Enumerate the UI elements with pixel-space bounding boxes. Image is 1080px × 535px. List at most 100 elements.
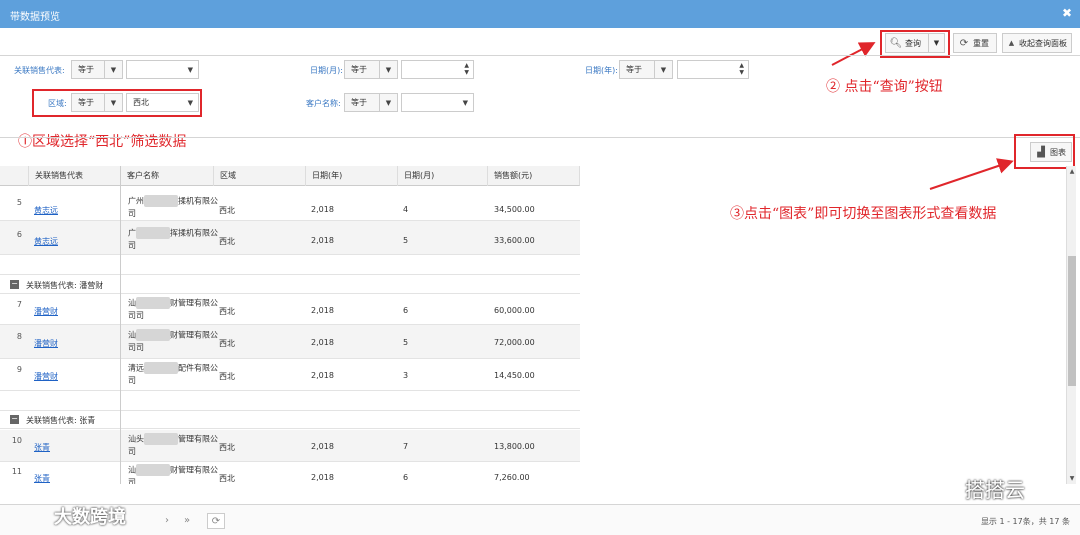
date-month-operator-select[interactable]: 等于 ▼ (344, 60, 398, 79)
amount-cell: 7,260.00 (494, 473, 530, 482)
month-cell: 5 (403, 338, 409, 347)
date-year-value-input[interactable]: ▲ ▼ (677, 60, 749, 79)
operator-value: 等于 (626, 65, 642, 74)
customer-filter-label: 客户名称: (306, 99, 341, 108)
date-year-operator-select[interactable]: 等于 ▼ (619, 60, 673, 79)
next-page-icon[interactable]: › (158, 513, 176, 529)
year-cell: 2,018 (311, 371, 334, 380)
year-cell: 2,018 (311, 442, 334, 451)
chevron-down-icon: ▼ (379, 61, 397, 78)
year-cell: 2,018 (311, 236, 334, 245)
table-row-empty (0, 391, 580, 411)
sales-rep-link[interactable]: 黄志远 (34, 236, 58, 247)
scroll-down-icon[interactable]: ▼ (1068, 475, 1076, 482)
chevron-down-icon: ▼ (462, 99, 468, 107)
operator-value: 等于 (351, 65, 367, 74)
region-cell: 西北 (219, 372, 235, 381)
year-cell: 2,018 (311, 338, 334, 347)
table-row: 10 张青 汕头 管理有限公司 西北 2,018 7 13,800.00 (0, 430, 580, 462)
row-number: 9 (16, 365, 22, 374)
sales-rep-link[interactable]: 张青 (34, 473, 50, 484)
collapse-group-icon[interactable]: − (10, 415, 19, 424)
row-number: 5 (16, 198, 22, 207)
year-cell: 2,018 (311, 205, 334, 214)
sales-rep-link[interactable]: 潘营财 (34, 306, 58, 317)
table-row: 8 潘营财 汕财管理有限公司司 西北 2,018 5 72,000.00 (0, 325, 580, 359)
month-cell: 7 (403, 442, 409, 451)
month-cell: 5 (403, 236, 409, 245)
sales-rep-link[interactable]: 张青 (34, 442, 50, 453)
vertical-scrollbar[interactable]: ▲ ▼ (1066, 166, 1076, 484)
sales-rep-link[interactable]: 黄志远 (34, 205, 58, 216)
sales-rep-link[interactable]: 潘营财 (34, 371, 58, 382)
customer-name: 汕财管理有限公司司 (128, 329, 218, 352)
customer-name: 汕头 管理有限公司 (128, 433, 218, 456)
chevron-down-icon: ▼ (379, 94, 397, 111)
table-row: 6 黄志远 广挥揉机有限公司 西北 2,018 5 33,600.00 (0, 221, 580, 255)
table-row: 9 潘营财 清远 配件有限公司 西北 2,018 3 14,450.00 (0, 359, 580, 391)
group-header[interactable]: − 关联销售代表: 潘营财 (0, 276, 580, 294)
operator-value: 等于 (78, 98, 94, 107)
annotation-step1: ①区域选择“西北”筛选数据 (18, 134, 187, 150)
spinner-icon[interactable]: ▲ ▼ (739, 62, 744, 76)
refresh-icon[interactable]: ⟳ (207, 513, 225, 529)
sales-rep-link[interactable]: 潘营财 (34, 338, 58, 349)
data-grid: 关联销售代表 客户名称 区域 日期(年) 日期(月) 销售额(元) 5 黄志远 … (0, 166, 1074, 484)
amount-cell: 72,000.00 (494, 338, 535, 347)
date-month-filter-label: 日期(月): (310, 66, 343, 75)
month-cell: 4 (403, 205, 409, 214)
row-number: 8 (16, 332, 22, 341)
table-row: 7 潘营财 汕财管理有限公司司 西北 2,018 6 60,000.00 (0, 295, 580, 325)
group-title: 关联销售代表: 张青 (26, 416, 96, 425)
operator-value: 等于 (78, 65, 94, 74)
group-title: 关联销售代表: 潘营财 (26, 281, 104, 290)
amount-cell: 33,600.00 (494, 236, 535, 245)
year-cell: 2,018 (311, 306, 334, 315)
table-row: 5 黄志远 广州 揉机有限公司 西北 2,018 4 34,500.00 (0, 187, 580, 221)
chevron-down-icon: ▼ (104, 61, 122, 78)
customer-name: 汕财管理有限公司司 (128, 297, 218, 320)
customer-name: 汕财管理有限公司 (128, 464, 218, 484)
month-cell: 6 (403, 306, 409, 315)
sales-rep-operator-select[interactable]: 等于 ▼ (71, 60, 123, 79)
chevron-down-icon: ▼ (187, 66, 193, 74)
frozen-column-divider (120, 166, 121, 484)
month-cell: 3 (403, 371, 409, 380)
column-header-amount[interactable]: 销售额(元) (487, 166, 580, 186)
column-header-month[interactable]: 日期(月) (397, 166, 487, 186)
last-page-icon[interactable]: » (178, 513, 196, 529)
month-cell: 6 (403, 473, 409, 482)
customer-value-select[interactable]: ▼ (401, 93, 474, 112)
scrollbar-thumb[interactable] (1068, 256, 1076, 386)
collapse-group-icon[interactable]: − (10, 280, 19, 289)
chart-view-button[interactable]: ▟ 图表 (1030, 142, 1072, 162)
date-month-value-input[interactable]: ▲ ▼ (401, 60, 474, 79)
customer-name: 广挥揉机有限公司 (128, 227, 218, 250)
spinner-icon[interactable]: ▲ ▼ (464, 62, 469, 76)
amount-cell: 60,000.00 (494, 306, 535, 315)
sales-rep-value-select[interactable]: ▼ (126, 60, 199, 79)
column-header-year[interactable]: 日期(年) (305, 166, 397, 186)
operator-value: 等于 (351, 98, 367, 107)
column-header-sales-rep[interactable]: 关联销售代表 (28, 166, 120, 186)
scroll-up-icon[interactable]: ▲ (1068, 168, 1076, 175)
table-row: 11 张青 汕财管理有限公司 西北 2,018 6 7,260.00 (0, 462, 580, 484)
chevron-down-icon: ▼ (104, 94, 122, 111)
annotation-step2: ② 点击“查询”按钮 (826, 79, 943, 95)
pagination-bar: › » ⟳ 显示 1 - 17条，共 17 条 (0, 504, 1080, 535)
chevron-down-icon: ▼ (654, 61, 672, 78)
group-header[interactable]: − 关联销售代表: 张青 (0, 411, 580, 429)
year-cell: 2,018 (311, 473, 334, 482)
region-value-select[interactable]: 西北 ▼ (126, 93, 199, 112)
column-header-customer[interactable]: 客户名称 (120, 166, 213, 186)
row-number: 11 (11, 467, 22, 476)
filter-divider (0, 137, 1080, 138)
grid-header: 关联销售代表 客户名称 区域 日期(年) 日期(月) 销售额(元) (0, 166, 580, 186)
column-header-region[interactable]: 区域 (213, 166, 305, 186)
region-filter-label: 区域: (48, 99, 67, 108)
region-operator-select[interactable]: 等于 ▼ (71, 93, 123, 112)
sales-rep-filter-label: 关联销售代表: (14, 66, 65, 75)
region-cell: 西北 (219, 474, 235, 483)
chart-view-label: 图表 (1050, 147, 1066, 157)
customer-operator-select[interactable]: 等于 ▼ (344, 93, 398, 112)
